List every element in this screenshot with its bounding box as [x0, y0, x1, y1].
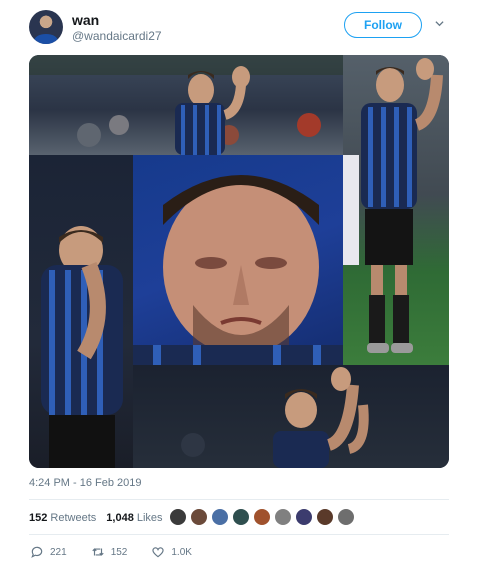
reply-button[interactable]: 221: [30, 545, 67, 559]
follow-button[interactable]: Follow: [344, 12, 422, 38]
liker-avatar[interactable]: [211, 508, 229, 526]
tweet-actions: 221 152 1.0K: [30, 545, 216, 559]
reply-count: 221: [50, 546, 67, 558]
liker-avatar[interactable]: [190, 508, 208, 526]
retweets-count: 152: [29, 512, 48, 524]
avatar[interactable]: [29, 10, 63, 44]
likes-label: Likes: [136, 512, 163, 524]
photo-applauding-fans: [133, 365, 449, 468]
photo-crying-closeup: [133, 155, 343, 365]
retweet-button[interactable]: 152: [91, 545, 128, 559]
heart-icon: [152, 547, 165, 558]
retweet-count: 152: [110, 546, 128, 558]
retweets-label: Retweets: [50, 512, 97, 524]
tweet-timestamp[interactable]: 4:24 PM - 16 Feb 2019: [29, 477, 142, 489]
photo-collage[interactable]: [29, 55, 449, 468]
likes-stat[interactable]: 1,048 Likes: [106, 512, 162, 524]
retweet-icon: [92, 548, 104, 556]
display-name[interactable]: wan: [72, 12, 99, 28]
divider: [29, 499, 449, 500]
liker-avatar[interactable]: [337, 508, 355, 526]
divider: [29, 534, 449, 535]
like-count: 1.0K: [171, 546, 192, 558]
liker-avatar[interactable]: [169, 508, 187, 526]
liker-avatars: [169, 508, 355, 526]
liker-avatar[interactable]: [232, 508, 250, 526]
liker-avatar[interactable]: [253, 508, 271, 526]
photo-clapping-stands: [29, 55, 343, 155]
liker-avatar[interactable]: [274, 508, 292, 526]
tweet-card: wan @wandaicardi27 Follow 4:24 PM - 16 F…: [0, 0, 478, 571]
chevron-down-icon[interactable]: [435, 19, 444, 28]
user-handle[interactable]: @wandaicardi27: [72, 29, 162, 43]
liker-avatar[interactable]: [316, 508, 334, 526]
liker-avatar[interactable]: [295, 508, 313, 526]
retweets-stat[interactable]: 152 Retweets: [29, 512, 96, 524]
like-button[interactable]: 1.0K: [151, 545, 192, 559]
engagement-stats: 152 Retweets 1,048 Likes: [29, 512, 163, 524]
photo-face-in-shirt: [29, 155, 133, 468]
reply-icon: [31, 546, 43, 558]
photo-full-body-clapping: [343, 55, 449, 365]
likes-count: 1,048: [106, 512, 134, 524]
